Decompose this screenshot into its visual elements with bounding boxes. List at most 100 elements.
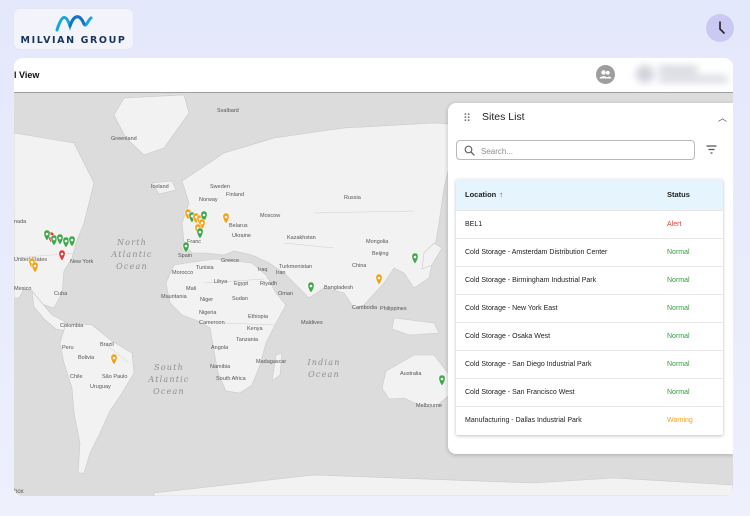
status-badge: Normal [667,361,690,368]
map-pin-dot [198,230,202,234]
panel-title: Sites List [482,111,525,123]
table-row[interactable]: Manufacturing - Dallas Industrial Park Wa… [456,406,723,434]
search-input[interactable] [479,143,683,159]
search-field[interactable] [456,140,695,160]
table-row[interactable]: Cold Storage - San Francisco West Normal [456,378,723,406]
site-name: Cold Storage - Osaka West [465,333,551,340]
map-pin-dot [52,237,56,241]
column-header-status[interactable]: Status [667,190,690,199]
table-header: Location ↑ Status [456,179,723,210]
table-row[interactable]: Cold Storage - Osaka West Normal [456,322,723,350]
table-row[interactable]: Cold Storage - San Diego Industrial Park… [456,350,723,378]
map-label-colombia: Colombia [60,323,84,329]
site-name: BEL1 [465,221,483,228]
map-label-maldives: Maldives [301,320,323,326]
status-badge: Alert [667,221,682,228]
map-pin-dot [202,213,206,217]
map-label-mauritania: Mauritania [161,294,188,300]
map-label-melbourne: Melbourne [416,403,442,409]
map-label-iran: Iran [276,270,285,276]
site-name: Cold Storage - San Diego Industrial Park [465,361,592,368]
map-label-south-africa: South Africa [216,376,247,382]
sites-table: Location ↑ Status BEL1 Alert Cold Storage -… [456,179,723,435]
filter-icon[interactable] [706,145,717,154]
map-label-south-atlantic: South Atlantic Ocean [147,363,189,396]
map-label-norway: Norway [199,197,218,203]
map-label-egypt: Egypt [234,281,249,287]
map-pin-dot [377,276,381,280]
status-badge: Warning [667,417,693,424]
map-label-ukraine: Ukraine [232,233,251,239]
page-title: l View [14,70,40,80]
map-label-spain: Spain [178,253,192,259]
map-label-cuba: Cuba [54,291,68,297]
map-label-peru: Peru [62,345,74,351]
status-badge: Normal [667,333,690,340]
map-label-tunisia: Tunisia [196,265,214,271]
map-pin-dot [60,252,64,256]
map-pin-dot [33,264,37,268]
map-label-niger: Niger [200,297,213,303]
column-header-location[interactable]: Location ↑ [465,190,503,199]
map-pin-dot [70,238,74,242]
status-badge: Normal [667,277,690,284]
clock-button[interactable] [706,14,734,42]
map-label-greenland: Greenland [111,136,137,142]
drag-handle-icon[interactable]: ⠿ [463,112,471,125]
site-name: Cold Storage - New York East [465,305,558,312]
table-row[interactable]: Cold Storage - Amsterdam Distribution Ce… [456,238,723,266]
map-pin-dot [200,221,204,225]
map-label-uruguay: Uruguay [90,384,111,390]
map-label-australia: Australia [400,371,422,377]
map-label-russia: Russia [344,195,362,201]
table-row[interactable]: BEL1 Alert [456,210,723,238]
chevron-up-icon[interactable]: ︿ [718,111,727,124]
status-badge: Normal [667,389,690,396]
map-label-kazakhstan: Kazakhstan [287,235,316,241]
map-label-north-atlantic: North Atlantic Ocean [110,238,152,271]
map-label-brazil: Brazil [100,342,114,348]
map-label-svalbard: Svalbard [217,108,239,114]
map-label-iceland: Iceland [151,184,169,190]
map-pin-dot [112,356,116,360]
map-label-madagascar: Madagascar [256,359,286,365]
brand-logo[interactable]: MILVIAN GROUP [14,9,133,49]
map-pin-dot [413,255,417,259]
map-label-chile: Chile [70,374,83,380]
table-row[interactable]: Cold Storage - New York East Normal [456,294,723,322]
map-pin-dot [224,215,228,219]
map-attribution: box [14,489,24,495]
map-label-ethiopia: Ethiopia [248,314,269,320]
map-label-new-york: New York [70,259,93,265]
map-label-kenya: Kenya [247,326,264,332]
table-row[interactable]: Cold Storage - Birmingham Industrial Par… [456,266,723,294]
user-info-blurred[interactable] [626,63,733,85]
map-label-canada: nada [14,219,27,225]
map-pin-dot [184,244,188,248]
map-label-bangladesh: Bangladesh [324,285,353,291]
map-pin-dot [58,236,62,240]
map-label-greece: Greece [221,258,239,264]
map-label-oman: Oman [278,291,293,297]
map-label-nigeria: Nigeria [199,310,217,316]
map-label-mexico: Mexico [14,286,31,292]
map-label-riyadh: Riyadh [260,281,277,287]
map-label-bolivia: Bolivia [78,355,95,361]
user-avatar[interactable] [596,65,615,84]
map-label-mongolia: Mongolia [366,239,389,245]
map-pin-dot [309,284,313,288]
sites-panel: ⠿ Sites List ︿ Location↑ Status BEL1 Aler… [448,103,733,454]
brand-name: MILVIAN GROUP [20,35,127,46]
page-header: l View [14,58,733,93]
map-label-namibia: Namibia [210,364,231,370]
map-label-tanzania: Tanzania [236,337,259,343]
status-badge: Normal [667,249,690,256]
site-name: Cold Storage - Amsterdam Distribution Ce… [465,249,608,256]
map-label-mali: Mali [186,286,196,292]
map-label-libya: Libya [214,279,228,285]
main-card: l View Greenland Svalbard Iceland Sweden… [14,58,733,496]
map-label-cambodia: Cambodia [352,305,378,311]
map-label-beijing: Beijing [372,251,389,257]
map-label-belarus: Belarus [229,223,248,229]
map-pin-dot [45,232,49,236]
